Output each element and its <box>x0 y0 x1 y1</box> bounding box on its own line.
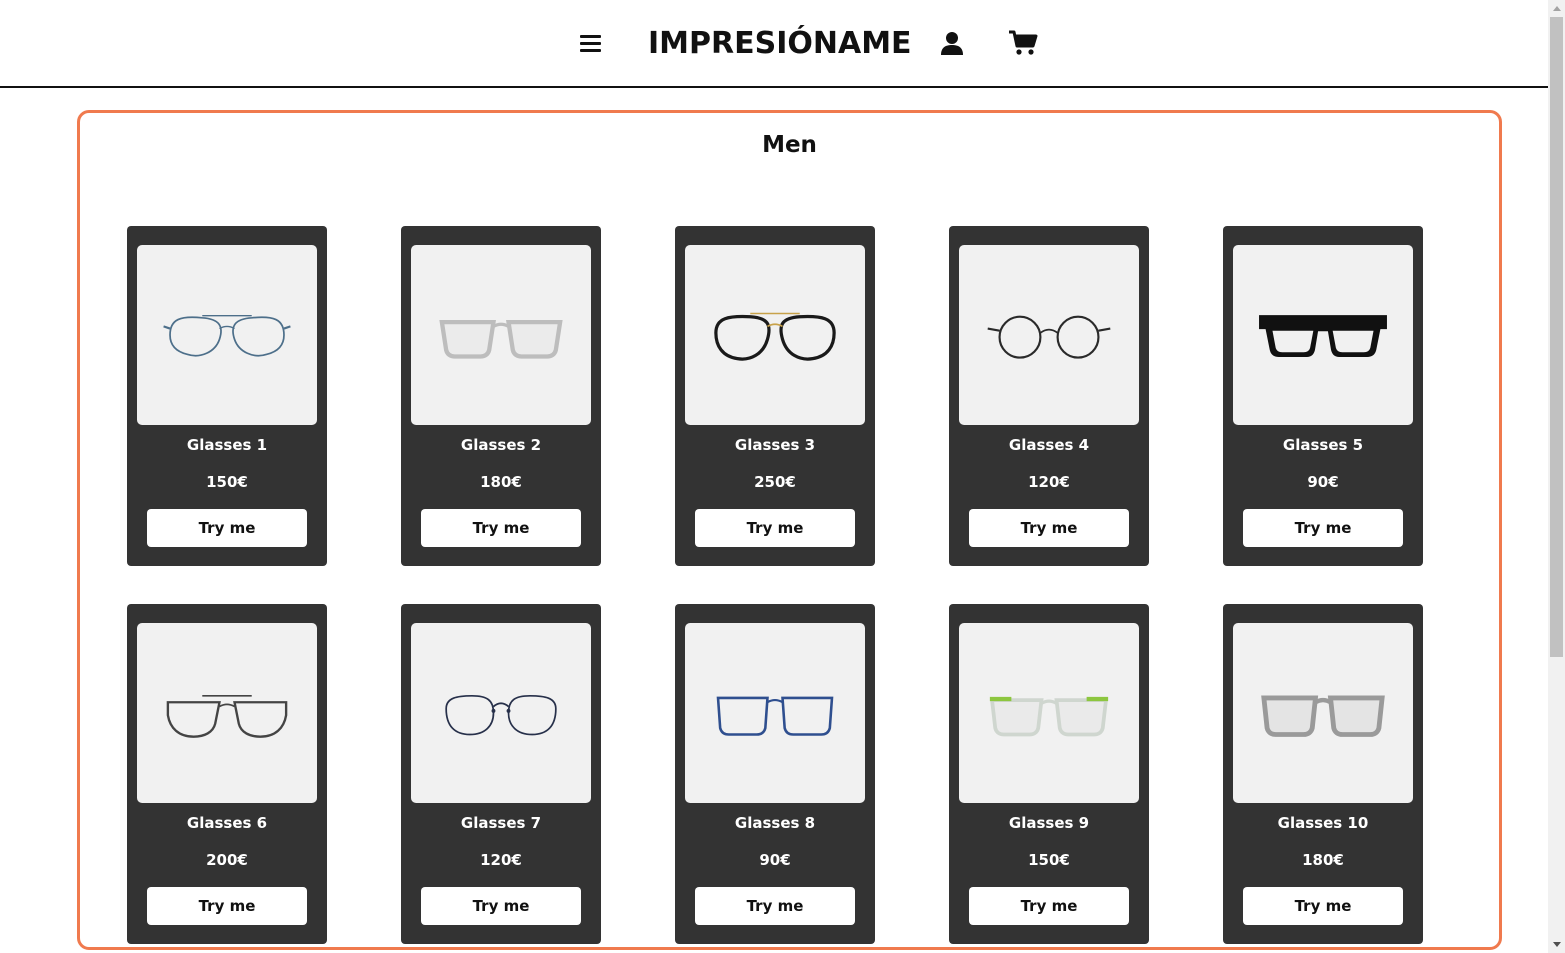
vertical-scrollbar[interactable] <box>1548 0 1565 953</box>
product-image[interactable] <box>411 623 591 803</box>
user-icon[interactable] <box>939 30 965 56</box>
hamburger-menu-icon[interactable] <box>580 35 601 52</box>
try-me-button[interactable]: Try me <box>421 509 581 547</box>
product-image[interactable] <box>1233 245 1413 425</box>
product-card: Glasses 2 180€ Try me <box>401 226 601 566</box>
product-name: Glasses 10 <box>1277 814 1369 832</box>
product-card: Glasses 9 150€ Try me <box>949 604 1149 944</box>
product-name: Glasses 5 <box>1282 436 1364 454</box>
product-image[interactable] <box>137 245 317 425</box>
glasses-icon <box>989 696 1109 737</box>
glasses-icon <box>439 319 563 359</box>
glasses-icon <box>716 696 834 736</box>
product-name: Glasses 3 <box>734 436 816 454</box>
scrollbar-thumb[interactable] <box>1550 17 1563 657</box>
product-image[interactable] <box>137 623 317 803</box>
product-card: Glasses 7 120€ Try me <box>401 604 601 944</box>
try-me-button[interactable]: Try me <box>695 509 855 547</box>
try-me-button[interactable]: Try me <box>969 509 1129 547</box>
try-me-button[interactable]: Try me <box>695 887 855 925</box>
product-card: Glasses 4 120€ Try me <box>949 226 1149 566</box>
product-name: Glasses 1 <box>186 436 268 454</box>
product-name: Glasses 4 <box>1008 436 1090 454</box>
site-header: IMPRESIÓNAME <box>0 0 1548 88</box>
product-name: Glasses 8 <box>734 814 816 832</box>
product-price: 90€ <box>759 851 791 869</box>
product-price: 200€ <box>206 851 248 869</box>
product-name: Glasses 7 <box>460 814 542 832</box>
product-price: 120€ <box>480 851 522 869</box>
product-image[interactable] <box>959 623 1139 803</box>
try-me-button[interactable]: Try me <box>1243 509 1403 547</box>
product-price: 180€ <box>1302 851 1344 869</box>
section-title: Men <box>762 132 817 158</box>
product-price: 150€ <box>206 473 248 491</box>
product-card: Glasses 5 90€ Try me <box>1223 226 1423 566</box>
try-me-button[interactable]: Try me <box>147 887 307 925</box>
glasses-icon <box>1259 315 1387 358</box>
product-card: Glasses 8 90€ Try me <box>675 604 875 944</box>
shopping-cart-icon[interactable] <box>1008 30 1038 56</box>
scroll-up-arrow-icon[interactable] <box>1548 0 1565 17</box>
product-price: 120€ <box>1028 473 1070 491</box>
product-image[interactable] <box>959 245 1139 425</box>
brand-logo[interactable]: IMPRESIÓNAME <box>648 26 912 61</box>
try-me-button[interactable]: Try me <box>969 887 1129 925</box>
product-price: 150€ <box>1028 851 1070 869</box>
product-image[interactable] <box>411 245 591 425</box>
product-card: Glasses 3 250€ Try me <box>675 226 875 566</box>
product-name: Glasses 9 <box>1008 814 1090 832</box>
product-card: Glasses 1 150€ Try me <box>127 226 327 566</box>
product-price: 180€ <box>480 473 522 491</box>
product-name: Glasses 2 <box>460 436 542 454</box>
product-card: Glasses 10 180€ Try me <box>1223 604 1423 944</box>
try-me-button[interactable]: Try me <box>421 887 581 925</box>
product-price: 250€ <box>754 473 796 491</box>
try-me-button[interactable]: Try me <box>1243 887 1403 925</box>
product-image[interactable] <box>685 245 865 425</box>
product-card: Glasses 6 200€ Try me <box>127 604 327 944</box>
try-me-button[interactable]: Try me <box>147 509 307 547</box>
glasses-icon <box>166 694 288 738</box>
product-image[interactable] <box>1233 623 1413 803</box>
product-name: Glasses 6 <box>186 814 268 832</box>
glasses-icon <box>714 312 836 361</box>
product-image[interactable] <box>685 623 865 803</box>
glasses-icon <box>987 315 1111 359</box>
men-section: Men Glasses 1 150€ Try me Glasses 2 180€… <box>77 110 1502 950</box>
scroll-down-arrow-icon[interactable] <box>1548 936 1565 953</box>
glasses-icon <box>445 694 557 736</box>
page: IMPRESIÓNAME Men Glasses 1 150€ Try me G… <box>0 0 1565 953</box>
product-price: 90€ <box>1307 473 1339 491</box>
glasses-icon <box>1261 695 1385 737</box>
glasses-icon <box>163 314 291 357</box>
